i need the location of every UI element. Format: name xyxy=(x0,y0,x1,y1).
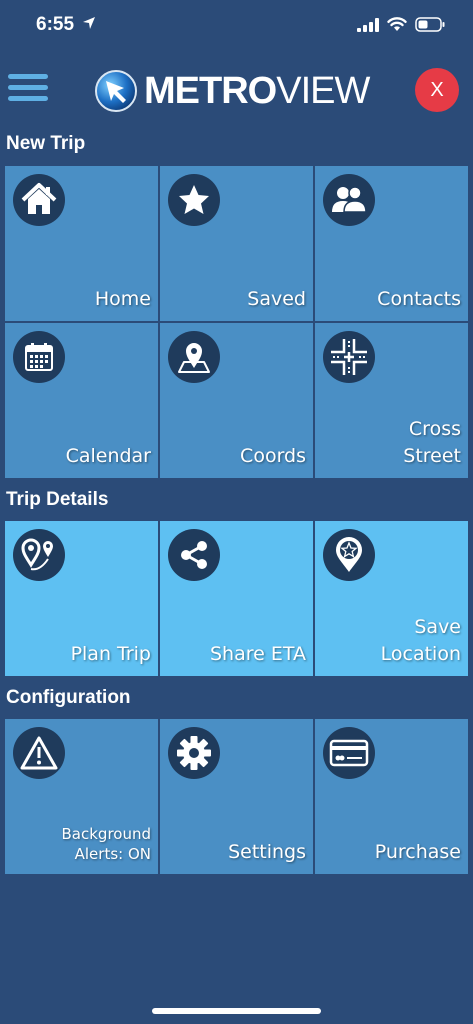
calendar-icon xyxy=(13,331,65,383)
tile-label: Cross Street xyxy=(403,418,461,467)
metroview-logo: METROVIEW xyxy=(94,66,384,116)
section-title-new-trip: New Trip xyxy=(6,133,86,154)
status-bar: 6:55 xyxy=(0,0,473,50)
tile-label: Home xyxy=(94,288,151,310)
signal-icon xyxy=(357,17,379,32)
wifi-icon xyxy=(387,17,407,31)
section-title-trip-details: Trip Details xyxy=(6,489,109,510)
tile-plan-trip[interactable]: Plan Trip xyxy=(5,521,158,676)
tile-contacts[interactable]: Contacts xyxy=(315,166,468,321)
cross-street-icon xyxy=(323,331,375,383)
tile-saved[interactable]: Saved xyxy=(160,166,313,321)
star-icon xyxy=(168,174,220,226)
save-location-icon xyxy=(323,529,375,581)
tile-cross-street[interactable]: Cross Street xyxy=(315,323,468,478)
logo-globe-icon xyxy=(95,70,137,112)
battery-icon xyxy=(415,17,445,32)
tile-coords[interactable]: Coords xyxy=(160,323,313,478)
tile-label: Purchase xyxy=(374,841,461,863)
tile-home[interactable]: Home xyxy=(5,166,158,321)
menu-bar xyxy=(8,96,48,101)
alert-icon xyxy=(13,727,65,779)
gear-icon xyxy=(168,727,220,779)
share-icon xyxy=(168,529,220,581)
home-indicator[interactable] xyxy=(152,1008,321,1014)
close-label: X xyxy=(430,78,444,101)
tile-label: Plan Trip xyxy=(70,643,151,665)
tile-label: Background Alerts: ON xyxy=(61,825,152,863)
contacts-icon xyxy=(323,174,375,226)
tile-label: Contacts xyxy=(377,288,461,310)
logo-bold-text: METRO xyxy=(144,70,277,112)
credit-card-icon xyxy=(323,727,375,779)
hamburger-menu-button[interactable] xyxy=(8,74,48,106)
tile-label: Saved xyxy=(247,288,306,310)
map-pin-icon xyxy=(168,331,220,383)
menu-bar xyxy=(8,85,48,90)
tile-purchase[interactable]: Purchase xyxy=(315,719,468,874)
trip-details-grid: Plan Trip Share ETA Save Location xyxy=(5,521,468,676)
tile-calendar[interactable]: Calendar xyxy=(5,323,158,478)
tile-background-alerts[interactable]: Background Alerts: ON xyxy=(5,719,158,874)
tile-label: Calendar xyxy=(65,445,151,467)
tile-settings[interactable]: Settings xyxy=(160,719,313,874)
tile-save-location[interactable]: Save Location xyxy=(315,521,468,676)
close-button[interactable]: X xyxy=(415,68,459,112)
location-arrow-icon xyxy=(83,17,95,29)
tile-label: Coords xyxy=(240,445,306,467)
logo-light-text: VIEW xyxy=(276,70,370,112)
app-header: METROVIEW X xyxy=(0,58,473,124)
tile-label: Save Location xyxy=(380,616,461,665)
tile-share-eta[interactable]: Share ETA xyxy=(160,521,313,676)
new-trip-grid: Home Saved Contacts Calendar Coords Cros… xyxy=(5,166,468,478)
section-title-configuration: Configuration xyxy=(6,687,131,708)
tile-label: Share ETA xyxy=(209,643,306,665)
configuration-grid: Background Alerts: ON Settings Purchase xyxy=(5,719,468,874)
menu-bar xyxy=(8,74,48,79)
status-icons xyxy=(357,17,445,32)
route-icon xyxy=(13,529,65,581)
logo-text: METROVIEW xyxy=(144,70,370,113)
home-icon xyxy=(13,174,65,226)
status-time: 6:55 xyxy=(36,14,75,35)
tile-label: Settings xyxy=(228,841,306,863)
